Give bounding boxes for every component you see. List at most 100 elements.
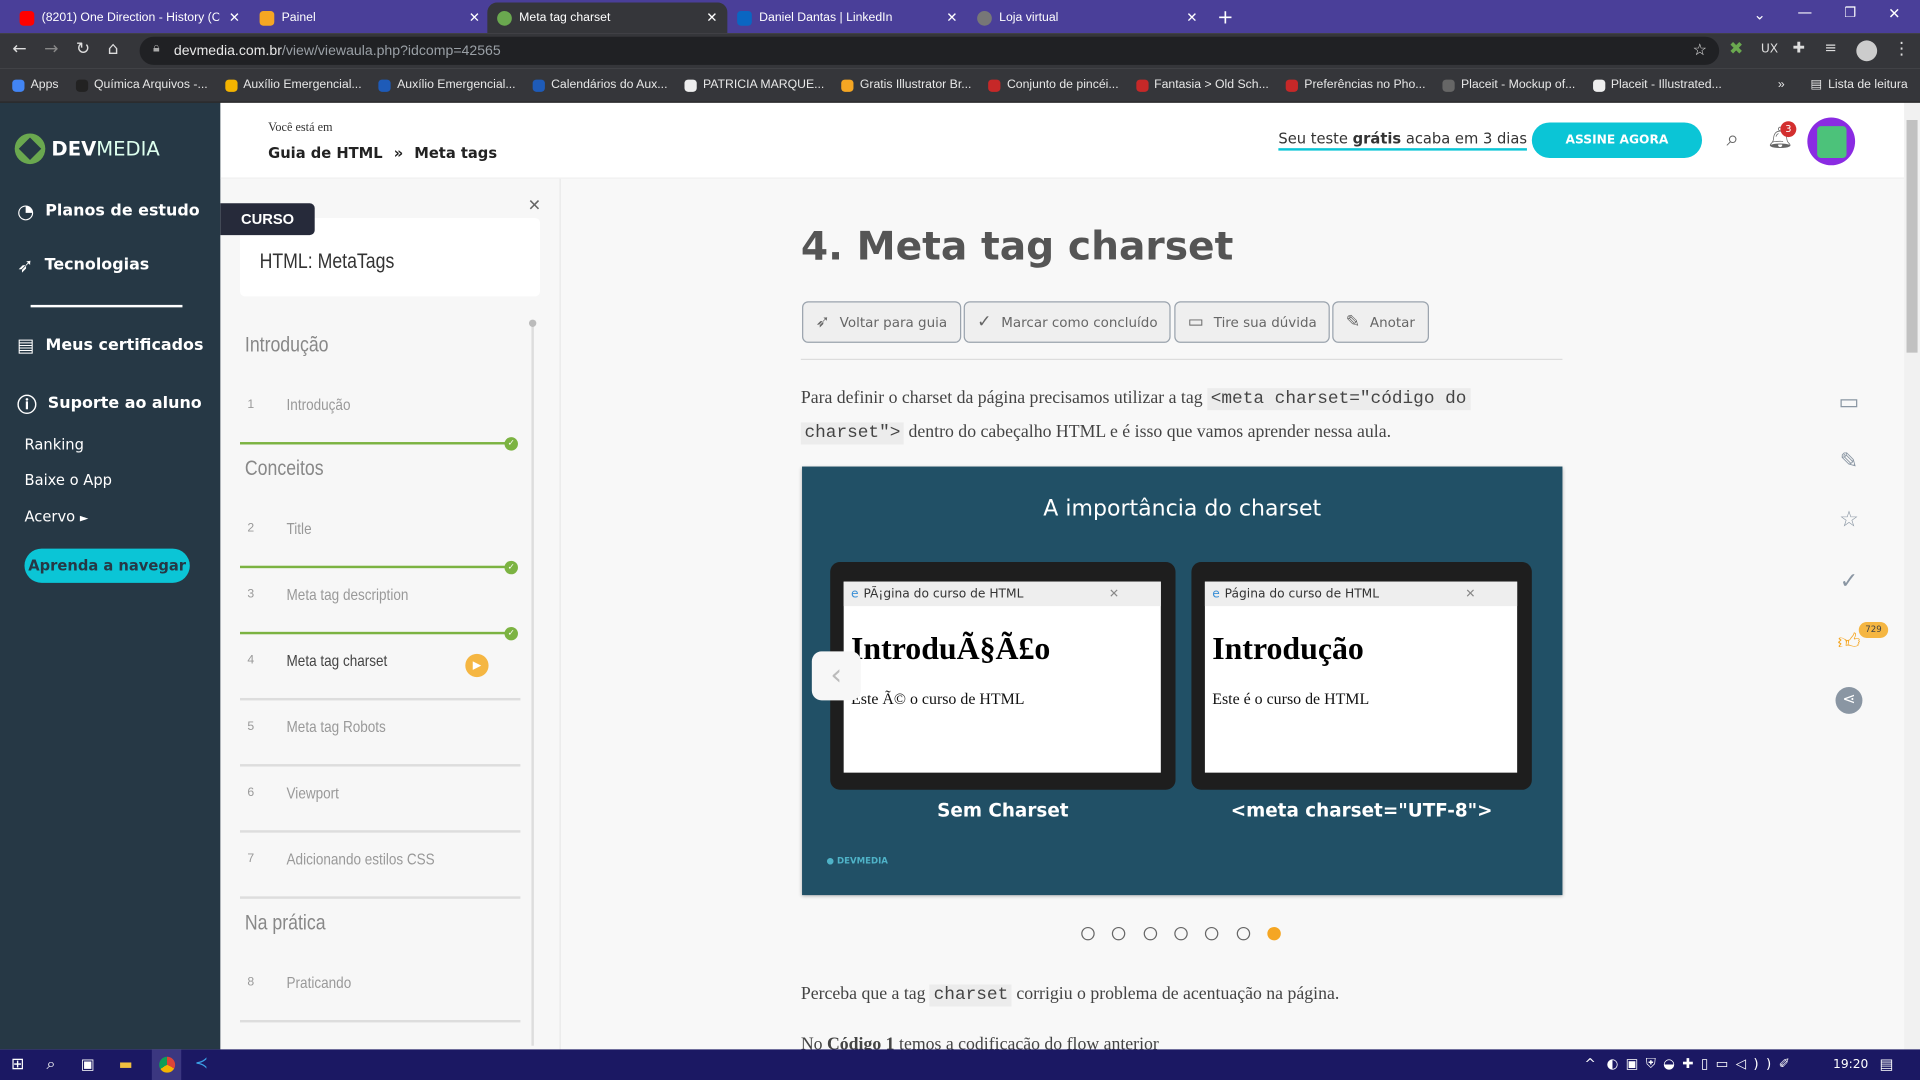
devmedia-logo[interactable]: DEV MEDIA [14, 133, 160, 165]
bookmark-item[interactable]: Auxílio Emergencial... [224, 78, 362, 92]
vscode-icon[interactable]: ≺ [195, 1054, 208, 1072]
extension-icon[interactable]: ✖ [1729, 39, 1743, 59]
tray-icons[interactable]: ◐▣⛨◒✚▯▭◁))✐ [1607, 1056, 1798, 1073]
devmedia-icon [497, 10, 512, 26]
reading-list-button[interactable]: » ▤ Lista de leitura [1778, 78, 1908, 91]
home-icon[interactable]: ⌂ [108, 39, 119, 59]
bookmark-star-icon[interactable]: ☆ [1693, 40, 1707, 60]
sidebar-item-tecnologias[interactable]: ➶ Tecnologias [17, 253, 149, 276]
lesson-item[interactable]: 3 Meta tag description ✓ [240, 568, 520, 641]
lesson-item[interactable]: 2 Title ✓ [240, 502, 520, 575]
tab-meta-tag-charset[interactable]: Meta tag charset ✕ [487, 2, 728, 34]
more-bookmarks-icon[interactable]: » [1778, 78, 1785, 91]
voltar-guia-button[interactable]: ➶ Voltar para guia [802, 301, 961, 343]
close-tab-icon[interactable]: ✕ [469, 10, 480, 26]
tire-duvida-button[interactable]: ▭ Tire sua dúvida [1174, 301, 1331, 343]
forward-icon[interactable]: → [44, 39, 58, 59]
file-explorer-icon[interactable]: ▬ [119, 1056, 133, 1073]
subscribe-button[interactable]: ASSINE AGORA [1531, 122, 1703, 158]
lesson-item[interactable]: 8 Praticando [240, 956, 521, 1023]
bookmark-item[interactable]: Gratis Illustrator Br... [841, 78, 971, 92]
bookmark-item[interactable]: Conjunto de pincéi... [988, 78, 1119, 92]
lesson-item[interactable]: 7 Adicionando estilos CSS [240, 833, 521, 899]
link-ranking[interactable]: Ranking [24, 436, 83, 453]
anotar-button[interactable]: ✎ Anotar [1332, 301, 1429, 343]
bookmark-icon [841, 78, 854, 92]
comment-icon[interactable]: ▭ [1836, 389, 1863, 416]
bookmark-item[interactable]: PATRICIA MARQUE... [684, 78, 824, 92]
bookmark-item[interactable]: Fantasia > Old Sch... [1135, 78, 1269, 92]
tab-strip: (8201) One Direction - History (O ✕ Paine… [0, 0, 1920, 34]
close-panel-icon[interactable]: ✕ [528, 197, 541, 215]
check-icon[interactable]: ✓ [1836, 568, 1863, 595]
reload-icon[interactable]: ↻ [76, 39, 90, 59]
notification-center-icon[interactable]: ▤ [1880, 1056, 1894, 1073]
page-scrollbar[interactable] [1904, 102, 1920, 1050]
tab-loja-virtual[interactable]: Loja virtual ✕ [967, 2, 1207, 33]
media-control-icon[interactable]: ≡ [1824, 39, 1836, 56]
trial-notice[interactable]: Seu teste grátis acaba em 3 dias [1278, 130, 1528, 151]
task-view-icon[interactable]: ▣ [81, 1056, 95, 1073]
link-baixe-app[interactable]: Baixe o App [24, 471, 111, 488]
search-icon[interactable]: ⌕ [1727, 126, 1739, 152]
crumb-meta-tags[interactable]: Meta tags [414, 144, 497, 161]
panel-scrollbar[interactable] [528, 319, 537, 1046]
carousel-dot[interactable] [1236, 926, 1250, 941]
clock[interactable]: 19:20 [1833, 1058, 1868, 1071]
bookmark-item[interactable]: Placeit - Mockup of... [1442, 78, 1575, 92]
close-window-button[interactable]: ✕ [1888, 5, 1900, 22]
back-icon[interactable]: ← [12, 39, 26, 59]
share-icon[interactable]: ⋖ [1835, 686, 1863, 714]
windows-start-icon[interactable]: ⊞ [11, 1056, 24, 1074]
bookmark-item[interactable]: Química Arquivos -... [75, 78, 208, 92]
link-acervo[interactable]: Acervo ► [24, 508, 88, 525]
minimize-button[interactable]: — [1798, 4, 1813, 21]
lesson-item[interactable]: 1 Introdução ✓ [240, 378, 520, 451]
carousel-dot[interactable] [1267, 926, 1281, 941]
carousel-dot[interactable] [1081, 926, 1095, 941]
menu-icon[interactable]: ⋮ [1893, 39, 1910, 59]
carousel-dot[interactable] [1143, 926, 1157, 941]
search-icon[interactable]: ⌕ [47, 1056, 56, 1074]
tab-youtube[interactable]: (8201) One Direction - History (O ✕ [10, 2, 250, 33]
bookmark-item[interactable]: Calendários do Aux... [532, 78, 667, 92]
sidebar: DEV MEDIA ◔ Planos de estudo ➶ Tecnologias … [0, 102, 221, 1050]
new-tab-button[interactable]: + [1217, 5, 1233, 28]
sidebar-item-planos[interactable]: ◔ Planos de estudo [17, 200, 200, 223]
close-tab-icon[interactable]: ✕ [1186, 10, 1197, 26]
crumb-guia-html[interactable]: Guia de HTML [268, 144, 383, 161]
lesson-item[interactable]: 4 Meta tag charset ▶ [240, 634, 521, 701]
carousel-prev-button[interactable]: ‹ [811, 651, 861, 701]
close-tab-icon[interactable]: ✕ [229, 10, 240, 26]
notification-badge: 3 [1780, 121, 1797, 138]
marcar-concluido-button[interactable]: ✓ Marcar como concluído [963, 301, 1172, 343]
lesson-item[interactable]: 5 Meta tag Robots [240, 700, 521, 767]
close-tab-icon[interactable]: ✕ [946, 10, 957, 26]
tab-painel[interactable]: Painel ✕ [250, 2, 490, 33]
tray-chevron-icon[interactable]: ^ [1584, 1056, 1595, 1072]
restore-button[interactable]: ❐ [1844, 5, 1856, 21]
extensions-puzzle-icon[interactable]: ✚ [1793, 39, 1805, 56]
tab-linkedin[interactable]: Daniel Dantas | LinkedIn ✕ [727, 2, 967, 33]
play-icon[interactable]: ▶ [465, 653, 489, 678]
bookmark-item[interactable]: Preferências no Pho... [1285, 78, 1425, 92]
lesson-item[interactable]: 6 Viewport [240, 767, 521, 833]
chrome-taskbar-item[interactable] [151, 1049, 182, 1080]
tab-search-icon[interactable]: ⌄ [1753, 6, 1765, 23]
sidebar-item-certificados[interactable]: ▤ Meus certificados [17, 334, 203, 356]
bookmark-item[interactable]: Auxílio Emergencial... [378, 78, 516, 92]
sidebar-item-suporte[interactable]: ⓘ Suporte ao aluno [17, 388, 202, 417]
aprenda-navegar-button[interactable]: Aprenda a navegar [24, 548, 190, 583]
bookmark-item[interactable]: Apps [12, 78, 59, 92]
bookmark-item[interactable]: Placeit - Illustrated... [1592, 78, 1722, 92]
section-title: Introdução [244, 333, 329, 357]
carousel-dot[interactable] [1174, 926, 1188, 941]
extension-ux-icon[interactable]: UX [1761, 43, 1778, 56]
lock-icon: 🔒︎ [153, 41, 160, 56]
address-bar[interactable]: 🔒︎ devmedia.com.br/view/viewaula.php?idc… [139, 36, 1720, 65]
note-icon[interactable]: ✎ [1836, 448, 1863, 475]
star-icon[interactable]: ☆ [1836, 507, 1863, 534]
avatar[interactable] [1807, 117, 1856, 166]
profile-avatar[interactable] [1856, 40, 1878, 62]
close-tab-icon[interactable]: ✕ [706, 10, 717, 26]
